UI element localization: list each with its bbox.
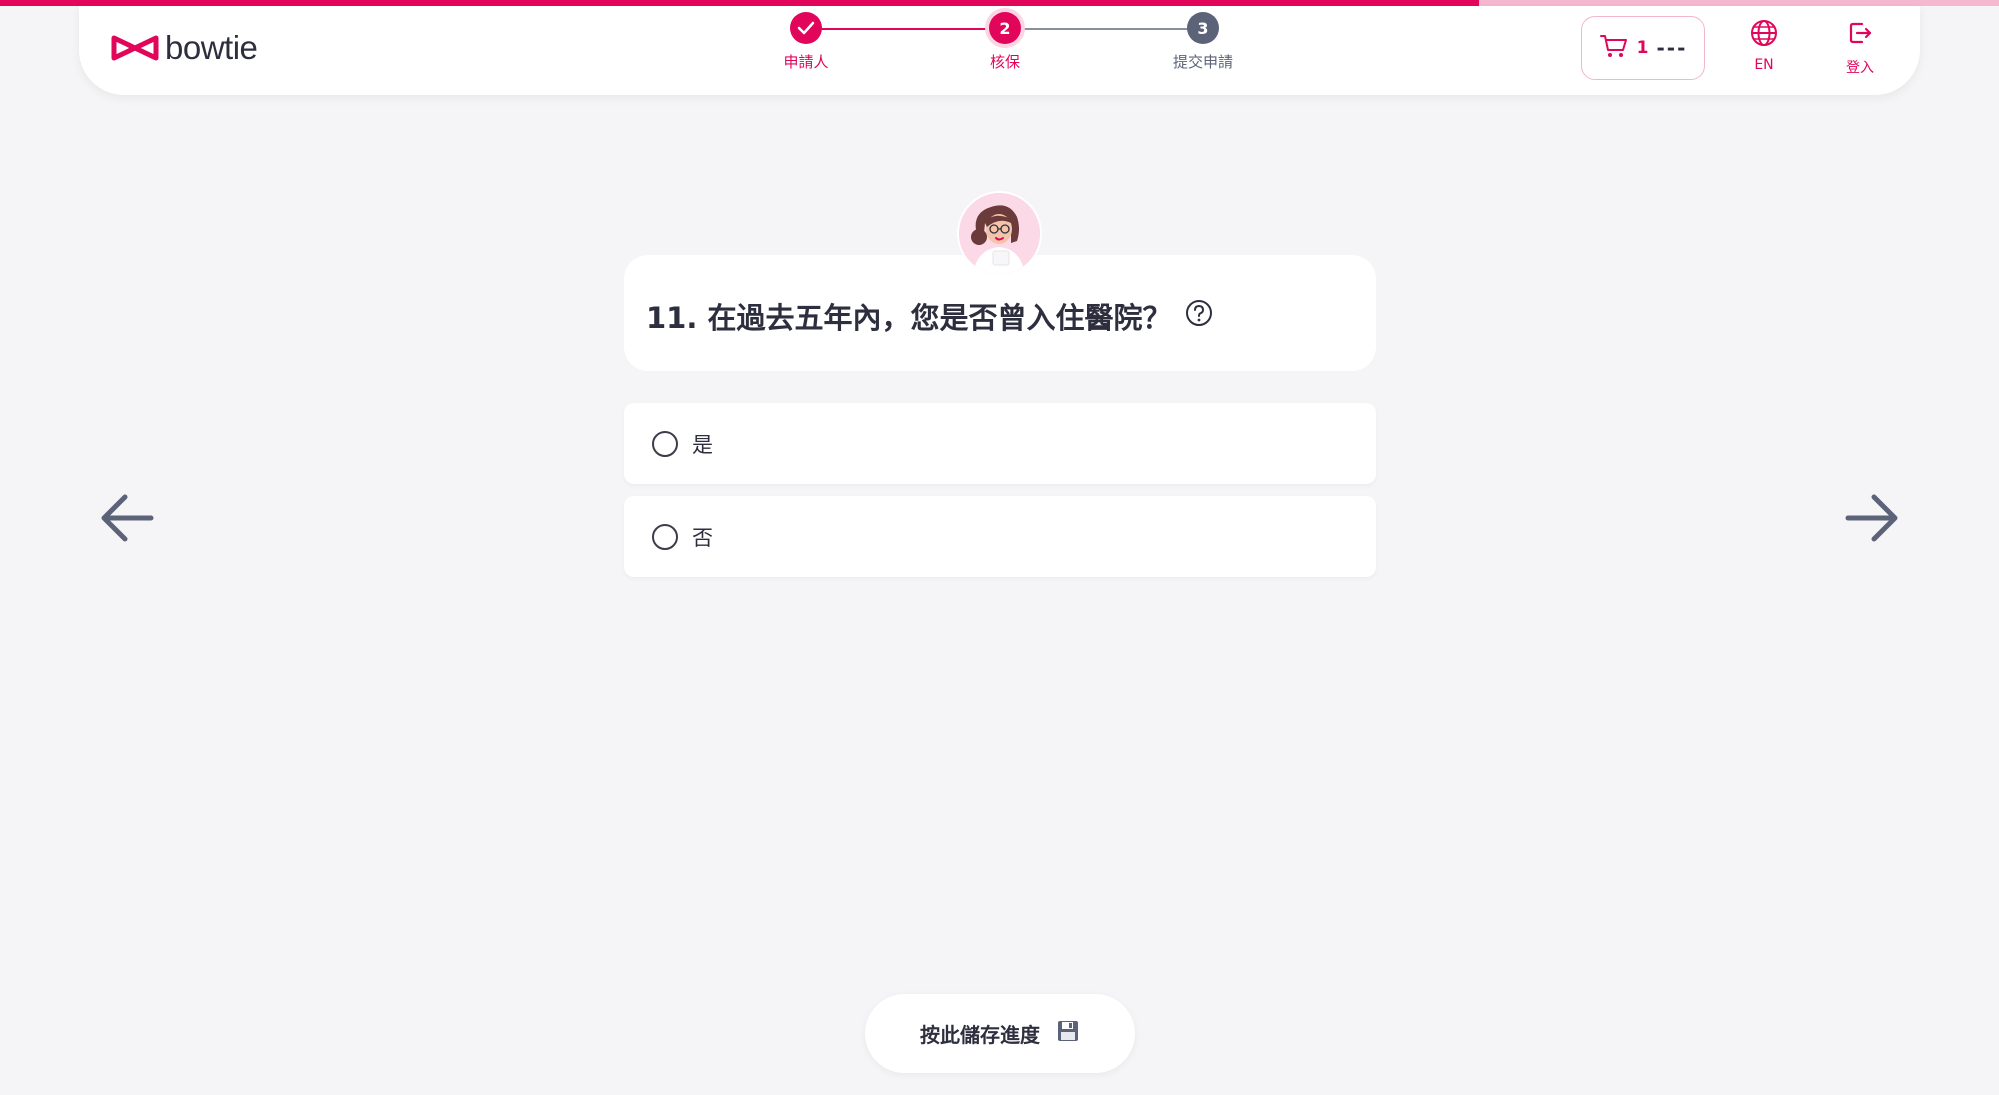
save-progress-button[interactable]: 按此儲存進度: [865, 994, 1135, 1073]
option-no[interactable]: 否: [624, 496, 1376, 577]
language-button[interactable]: EN: [1729, 18, 1799, 73]
question-title: 11. 在過去五年內，您是否曾入住醫院？: [646, 295, 1213, 337]
radio-button[interactable]: [652, 430, 678, 457]
login-button[interactable]: 登入: [1825, 18, 1895, 77]
floppy-disk-icon: [1056, 1019, 1080, 1048]
arrow-left-icon[interactable]: [97, 488, 157, 548]
cart-count: 1: [1636, 38, 1649, 58]
step-underwriting[interactable]: 2 核保: [955, 12, 1055, 72]
step-applicant[interactable]: 申請人: [756, 12, 856, 72]
radio-button[interactable]: [652, 523, 678, 550]
assistant-avatar: [957, 191, 1042, 276]
question-text: 11. 在過去五年內，您是否曾入住醫院？: [646, 301, 1172, 335]
globe-icon: [1749, 18, 1779, 57]
cart-icon: [1599, 33, 1629, 64]
language-label: EN: [1754, 57, 1774, 73]
header: bowtie 申請人 2 核保 3 提交申請 1 --- EN 登入: [79, 6, 1920, 95]
login-label: 登入: [1846, 60, 1874, 76]
step-label: 提交申請: [1172, 53, 1233, 71]
step-number: 2: [989, 12, 1021, 44]
cart-amount: ---: [1656, 36, 1688, 60]
question-circle-icon[interactable]: [1185, 299, 1213, 334]
option-yes[interactable]: 是: [624, 403, 1376, 484]
step-submit[interactable]: 3 提交申請: [1153, 12, 1253, 72]
save-progress-label: 按此儲存進度: [920, 1023, 1040, 1047]
step-label: 核保: [989, 53, 1020, 71]
arrow-right-icon[interactable]: [1842, 488, 1902, 548]
option-label: 是: [692, 432, 713, 457]
checkmark-icon: [790, 12, 822, 44]
step-number: 3: [1187, 12, 1219, 44]
cart-button[interactable]: 1 ---: [1581, 16, 1705, 80]
option-label: 否: [692, 525, 713, 550]
login-icon: [1845, 18, 1875, 57]
step-label: 申請人: [783, 53, 829, 71]
